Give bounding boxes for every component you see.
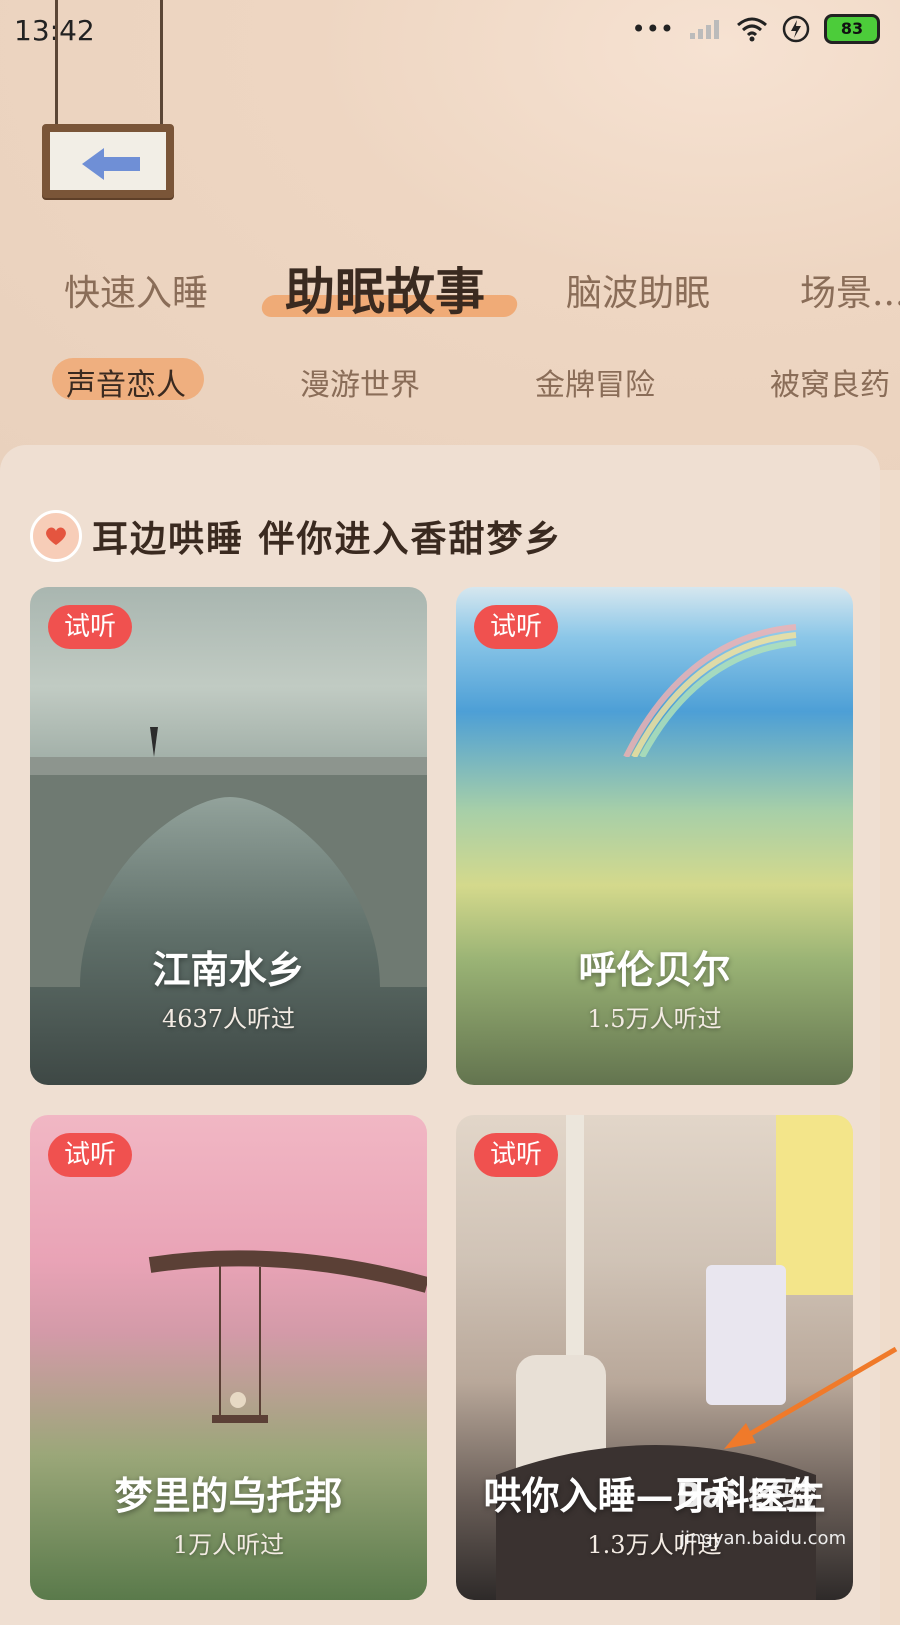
tab-scene[interactable]: 场景... [800, 264, 900, 316]
story-card[interactable]: 试听 呼伦贝尔 1.5万人听过 [456, 587, 853, 1085]
card-listen-count: 1万人听过 [172, 1531, 285, 1559]
annotation-arrow-icon [724, 1346, 898, 1449]
more-dots-icon: ••• [631, 15, 674, 43]
wifi-icon [737, 17, 767, 42]
main-tab-bar: 快速入睡 助眠故事 脑波助眠 场景... [0, 250, 900, 330]
tab-fast-sleep[interactable]: 快速入睡 [64, 264, 208, 316]
back-arrow-icon [82, 148, 140, 180]
charging-icon [782, 15, 810, 43]
section-header: 耳边哄睡 伴你进入香甜梦乡 [30, 510, 563, 562]
trial-badge: 试听 [48, 605, 132, 649]
tab-brainwave[interactable]: 脑波助眠 [566, 264, 710, 316]
subtab-gold-adventure[interactable]: 金牌冒险 [535, 360, 655, 404]
sub-tab-bar: 声音恋人 漫游世界 金牌冒险 被窝良药 [0, 350, 900, 410]
trial-badge: 试听 [48, 1133, 132, 1177]
battery-indicator: 83 [824, 14, 880, 44]
subtab-roam-world[interactable]: 漫游世界 [300, 360, 420, 404]
tab-sleep-stories[interactable]: 助眠故事 [285, 252, 485, 324]
subtab-blanket-remedy[interactable]: 被窝良药 [770, 360, 890, 404]
story-card[interactable]: 试听 梦里的乌托邦 1万人听过 [30, 1115, 427, 1600]
card-listen-count: 4637人听过 [161, 1005, 296, 1033]
status-icons: ••• 83 [632, 14, 880, 44]
card-title: 江南水乡 [152, 947, 305, 992]
card-title: 呼伦贝尔 [578, 947, 731, 992]
sign-rope-left [55, 0, 58, 130]
signal-icon [690, 20, 719, 39]
heart-lips-icon [30, 510, 82, 562]
status-bar: 13:42 ••• 83 [0, 0, 900, 60]
watermark-logo: Bai 经验 [676, 1476, 817, 1516]
sign-rope-right [160, 0, 163, 130]
card-title: 梦里的乌托邦 [114, 1473, 343, 1518]
back-button[interactable] [42, 124, 174, 198]
watermark-url: jingyan.baidu.com [680, 1528, 847, 1549]
subtab-voice-lover[interactable]: 声音恋人 [66, 360, 186, 404]
trial-badge: 试听 [474, 605, 558, 649]
card-listen-count: 1.5万人听过 [587, 1005, 722, 1033]
story-card[interactable]: 试听 江南水乡 4637人听过 [30, 587, 427, 1085]
rainbow-illustration [623, 624, 797, 757]
trial-badge: 试听 [474, 1133, 558, 1177]
section-title: 耳边哄睡 伴你进入香甜梦乡 [92, 518, 563, 560]
